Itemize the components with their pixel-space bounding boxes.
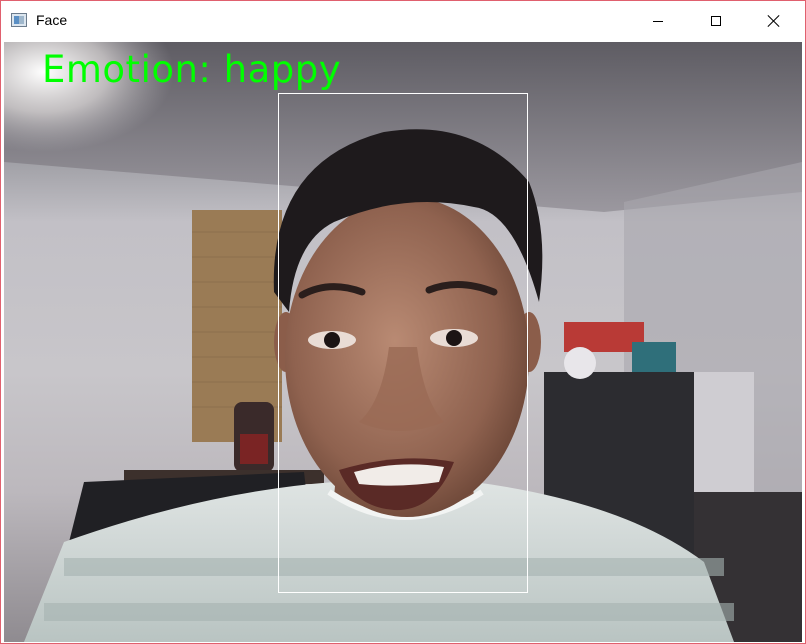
window-title: Face — [36, 12, 68, 28]
teal-box — [632, 342, 676, 372]
close-icon — [768, 15, 780, 27]
maximize-button[interactable] — [687, 1, 745, 41]
title-bar[interactable]: Face — [1, 1, 805, 41]
right-box — [694, 372, 754, 502]
app-window: Face Emotion: happy — [0, 0, 806, 644]
figurine-accent — [240, 434, 268, 464]
face-detection-box — [278, 93, 528, 593]
white-ball — [564, 347, 596, 379]
minimize-icon — [653, 20, 663, 22]
app-icon — [11, 13, 27, 27]
camera-frame: Emotion: happy — [4, 42, 802, 642]
minimize-button[interactable] — [629, 1, 687, 41]
emotion-label: Emotion: happy — [42, 48, 342, 91]
close-button[interactable] — [745, 1, 803, 41]
maximize-icon — [711, 16, 721, 26]
